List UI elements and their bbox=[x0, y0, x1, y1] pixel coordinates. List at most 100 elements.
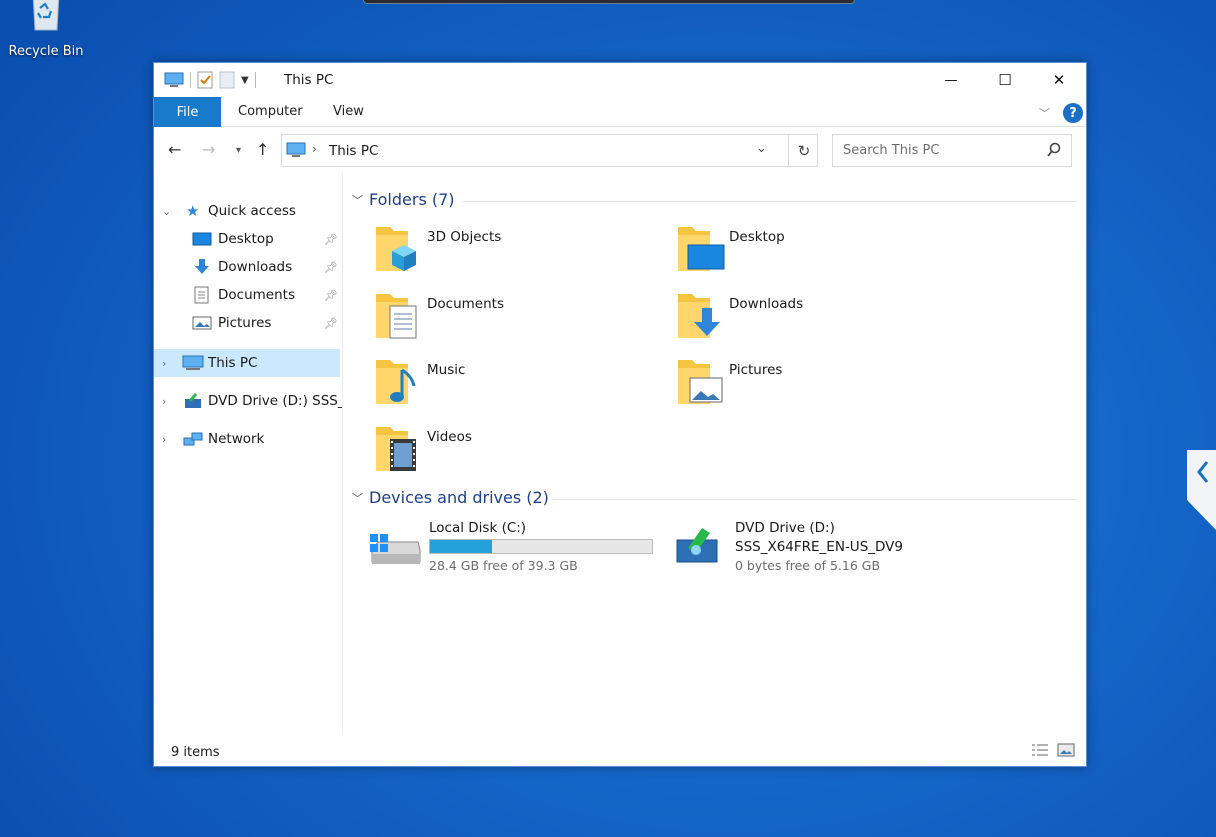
group-header-devices[interactable]: ﹀ Devices and drives (2) bbox=[352, 488, 549, 507]
details-view-icon[interactable] bbox=[1031, 743, 1049, 757]
nav-item-label: DVD Drive (D:) SSS_X64FRE_EN-US_DV9 bbox=[208, 393, 342, 409]
folder-label: Music bbox=[427, 362, 466, 378]
music-folder-icon bbox=[376, 360, 416, 404]
chevron-right-icon[interactable]: › bbox=[162, 395, 166, 408]
navigation-bar: ← → ▾ ↑ › This PC ⌄ ↻ Search This PC bbox=[154, 127, 1086, 173]
folder-label: Desktop bbox=[729, 229, 785, 245]
refresh-icon: ↻ bbox=[797, 141, 811, 160]
maximize-button[interactable]: ☐ bbox=[978, 63, 1032, 97]
3d-objects-folder-icon bbox=[376, 227, 416, 271]
drive-item-local-disk[interactable]: Local Disk (C:) 28.4 GB free of 39.3 GB bbox=[370, 520, 660, 580]
search-box[interactable]: Search This PC bbox=[832, 134, 1072, 167]
tab-computer[interactable]: Computer bbox=[238, 104, 303, 119]
folder-item-3d-objects[interactable]: 3D Objects bbox=[374, 223, 664, 283]
window-title: This PC bbox=[284, 72, 334, 88]
drive-name: Local Disk (C:) bbox=[429, 520, 527, 536]
local-disk-icon bbox=[370, 534, 421, 564]
drive-name: DVD Drive (D:) bbox=[735, 520, 835, 536]
side-panel-handle[interactable] bbox=[1187, 450, 1216, 530]
tab-view[interactable]: View bbox=[333, 104, 364, 119]
expand-ribbon-icon[interactable]: ﹀ bbox=[1039, 105, 1050, 121]
nav-item-label: Pictures bbox=[218, 315, 272, 331]
pictures-icon bbox=[192, 316, 212, 330]
drive-label: SSS_X64FRE_EN-US_DV9 bbox=[735, 539, 903, 555]
refresh-button[interactable]: ↻ bbox=[788, 135, 819, 166]
group-header-folders[interactable]: ﹀ Folders (7) bbox=[352, 190, 455, 209]
this-pc-icon bbox=[164, 72, 184, 87]
nav-item-desktop[interactable]: Desktop 📌︎ bbox=[154, 225, 342, 253]
ribbon-tabs: File Computer View ﹀ ? bbox=[154, 97, 1086, 127]
nav-item-label: Desktop bbox=[218, 231, 274, 247]
folder-item-music[interactable]: Music bbox=[374, 356, 664, 416]
network-icon bbox=[183, 432, 203, 446]
documents-folder-icon bbox=[376, 294, 417, 339]
nav-item-dvd-drive[interactable]: › DVD Drive (D:) SSS_X64FRE_EN-US_DV9 bbox=[154, 387, 342, 415]
large-icons-view-icon[interactable] bbox=[1057, 743, 1075, 757]
search-input[interactable]: Search This PC bbox=[843, 143, 939, 158]
search-icon[interactable] bbox=[1046, 142, 1062, 158]
nav-item-label: Quick access bbox=[208, 203, 296, 219]
quick-access-toolbar: ▼ bbox=[164, 71, 256, 89]
folder-label: Videos bbox=[427, 429, 472, 445]
help-icon[interactable]: ? bbox=[1063, 103, 1083, 123]
address-bar[interactable]: › This PC ⌄ ↻ bbox=[281, 134, 818, 167]
nav-item-this-pc[interactable]: › This PC bbox=[154, 349, 340, 377]
title-bar: ▼ This PC — ☐ ✕ bbox=[154, 63, 1086, 97]
nav-item-label: Network bbox=[208, 431, 265, 447]
folder-label: 3D Objects bbox=[427, 229, 502, 245]
close-button[interactable]: ✕ bbox=[1032, 63, 1086, 97]
up-button[interactable]: ↑ bbox=[256, 140, 269, 159]
folder-label: Downloads bbox=[729, 296, 804, 312]
chevron-down-icon[interactable]: ﹀ bbox=[352, 490, 363, 506]
close-icon: ✕ bbox=[1052, 71, 1066, 89]
documents-icon bbox=[194, 286, 209, 304]
folder-label: Pictures bbox=[729, 362, 783, 378]
drive-item-dvd[interactable]: DVD Drive (D:) SSS_X64FRE_EN-US_DV9 0 by… bbox=[676, 520, 966, 580]
chevron-down-icon[interactable]: ﹀ bbox=[352, 192, 363, 208]
folder-item-videos[interactable]: Videos bbox=[374, 423, 664, 483]
maximize-icon: ☐ bbox=[998, 71, 1012, 89]
forward-button[interactable]: → bbox=[202, 140, 215, 159]
this-pc-icon bbox=[182, 355, 204, 370]
customize-toolbar-dropdown-icon[interactable]: ▼ bbox=[241, 75, 249, 86]
navigation-pane: ⌄ ★ Quick access Desktop 📌︎ Downloads 📌︎… bbox=[154, 173, 343, 733]
pin-icon: 📌︎ bbox=[324, 316, 338, 330]
folder-item-downloads[interactable]: Downloads bbox=[676, 290, 966, 350]
star-icon: ★ bbox=[186, 202, 200, 220]
videos-folder-icon bbox=[376, 427, 416, 471]
pin-icon: 📌︎ bbox=[324, 232, 338, 246]
dvd-drive-icon bbox=[185, 393, 201, 408]
nav-item-downloads[interactable]: Downloads 📌︎ bbox=[154, 253, 342, 281]
this-pc-icon bbox=[286, 142, 306, 157]
nav-item-documents[interactable]: Documents 📌︎ bbox=[154, 281, 342, 309]
pin-icon: 📌︎ bbox=[324, 260, 338, 274]
minimize-icon: — bbox=[944, 72, 958, 88]
breadcrumb[interactable]: This PC bbox=[329, 143, 378, 159]
desktop-icon bbox=[192, 232, 212, 246]
group-divider bbox=[463, 201, 1077, 202]
chevron-right-icon[interactable]: › bbox=[162, 357, 166, 370]
folder-item-desktop[interactable]: Desktop bbox=[676, 223, 966, 283]
address-dropdown-icon[interactable]: ⌄ bbox=[756, 141, 767, 156]
folder-item-pictures[interactable]: Pictures bbox=[676, 356, 966, 416]
minimize-button[interactable]: — bbox=[924, 63, 978, 97]
pin-icon: 📌︎ bbox=[324, 288, 338, 302]
drive-usage-fill bbox=[430, 540, 493, 553]
properties-icon[interactable] bbox=[197, 71, 213, 89]
drive-usage-bar bbox=[429, 539, 653, 554]
group-divider bbox=[552, 499, 1077, 500]
downloads-icon bbox=[195, 259, 209, 274]
item-count: 9 items bbox=[171, 745, 220, 760]
nav-item-network[interactable]: › Network bbox=[154, 425, 342, 453]
nav-quick-access[interactable]: ⌄ ★ Quick access bbox=[154, 197, 342, 225]
nav-item-pictures[interactable]: Pictures 📌︎ bbox=[154, 309, 342, 337]
folder-label: Documents bbox=[427, 296, 504, 312]
drive-free-space: 0 bytes free of 5.16 GB bbox=[735, 558, 881, 573]
recent-locations-icon[interactable]: ▾ bbox=[236, 145, 241, 156]
back-button[interactable]: ← bbox=[168, 140, 181, 159]
chevron-down-icon[interactable]: ⌄ bbox=[162, 205, 171, 218]
new-folder-icon[interactable] bbox=[219, 71, 235, 89]
folder-item-documents[interactable]: Documents bbox=[374, 290, 664, 350]
tab-file[interactable]: File bbox=[154, 97, 221, 127]
chevron-right-icon[interactable]: › bbox=[162, 433, 166, 446]
